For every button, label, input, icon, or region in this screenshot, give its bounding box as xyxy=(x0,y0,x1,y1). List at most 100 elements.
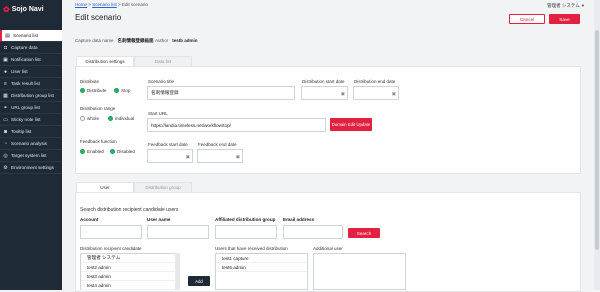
affiliated-group-input[interactable] xyxy=(215,225,277,239)
user-icon: ● xyxy=(3,68,8,75)
tooltip-icon: ◙ xyxy=(3,128,8,135)
sidebar-item-environment-settings[interactable]: ⚙ Environment settings xyxy=(0,162,62,174)
user-name: 管理者 システム xyxy=(547,3,580,8)
breadcrumb: Home > Scenario list > Edit scenario xyxy=(75,2,148,7)
user-name-input[interactable] xyxy=(147,225,209,239)
radio-on-icon xyxy=(110,149,115,154)
list-item[interactable]: test3 admin xyxy=(81,272,179,281)
feedback-end-date-input[interactable]: ▣ xyxy=(197,149,243,163)
radio-on-icon xyxy=(114,88,119,93)
distribution-start-date-label: Distribution start date xyxy=(302,79,345,84)
distribution-start-date-input[interactable]: ▣ xyxy=(301,86,348,100)
radio-stop[interactable]: Stop xyxy=(114,88,130,93)
sidebar-item-capture-data[interactable]: ◘ Capture data xyxy=(0,42,62,54)
additional-user-list[interactable] xyxy=(313,253,406,290)
radio-on-icon xyxy=(80,149,85,154)
candidate-list[interactable]: 管理者 システム test2 admin test3 admin test4 a… xyxy=(80,253,180,290)
feedback-start-date-label: Feedback start date xyxy=(148,142,188,147)
received-list-label: Users that have received distribution xyxy=(215,246,288,251)
radio-distribute[interactable]: Distribute xyxy=(80,88,106,93)
sidebar-item-scenario-analysis[interactable]: ◔ Scenario analysis xyxy=(0,138,62,150)
feedback-function-label: Feedback function xyxy=(80,139,117,144)
note-icon: ▭ xyxy=(3,116,8,123)
radio-individual[interactable]: individual xyxy=(108,116,134,121)
list-item[interactable]: 管理者 システム xyxy=(81,254,179,263)
page-title: Edit scenario xyxy=(75,13,122,22)
sidebar-item-url-group-list[interactable]: ⚭ URL group list xyxy=(0,102,62,114)
list-item[interactable]: test4 admin xyxy=(81,281,179,290)
additional-user-label: Additional user xyxy=(313,246,343,251)
radio-on-icon xyxy=(108,116,113,121)
email-address-label: Email address xyxy=(283,217,315,222)
distribution-end-date-input[interactable]: ▣ xyxy=(353,86,399,100)
task-icon: ≡ xyxy=(4,80,7,87)
sidebar-item-notification-list[interactable]: ▣ Notification list xyxy=(0,54,62,66)
radio-disabled[interactable]: Disabled xyxy=(110,149,135,154)
tab-distribution-group[interactable]: Distribution group xyxy=(134,182,192,192)
start-url-label: Start URL xyxy=(148,111,168,116)
sidebar-item-tooltip-list[interactable]: ◙ Tooltip list xyxy=(0,126,62,138)
target-icon: ◎ xyxy=(3,152,8,159)
distribution-range-label: Distribution range xyxy=(80,106,116,111)
breadcrumb-scenario-list[interactable]: Scenario list xyxy=(92,2,117,7)
feedback-start-date-input[interactable]: ▣ xyxy=(147,149,193,163)
author-meta: Author testb admin xyxy=(155,38,198,43)
feedback-end-date-label: Feedback end date xyxy=(198,142,237,147)
add-button[interactable]: Add xyxy=(188,276,210,286)
group-icon: ▦ xyxy=(3,92,8,99)
list-item[interactable]: test1 capture xyxy=(216,254,307,263)
breadcrumb-current: Edit scenario xyxy=(121,2,148,7)
scrollbar-thumb[interactable] xyxy=(595,30,599,250)
recipient-tabs: User Distribution group xyxy=(76,182,192,192)
list-item[interactable]: test6 admin xyxy=(216,263,307,272)
distribute-label: Distribute xyxy=(80,79,100,84)
capture-data-meta: Capture data name 名刺情報登録画面 xyxy=(75,38,154,43)
tab-data-list[interactable]: Data list xyxy=(134,56,192,66)
candidate-list-label: Distribution recipient candidate xyxy=(80,246,142,251)
candidate-list-scrollbar[interactable] xyxy=(175,253,180,290)
scenario-title-label: Scenario title xyxy=(148,79,175,84)
user-name-label: User name xyxy=(147,217,171,222)
link-icon: ⚭ xyxy=(3,104,8,111)
calendar-icon: ▣ xyxy=(391,91,396,96)
affiliated-group-label: Affiliated distribution group xyxy=(215,217,276,222)
gear-icon: ⚙ xyxy=(3,164,8,171)
radio-enabled[interactable]: Enabled xyxy=(80,149,104,154)
search-button[interactable]: Search xyxy=(348,228,380,238)
author-value: testb admin xyxy=(172,38,198,43)
domain-edit-update-button[interactable]: Domain Edit Update xyxy=(330,118,372,131)
scenario-title-input[interactable]: 名刺情報登録 xyxy=(147,86,295,100)
app-logo[interactable]: ✿ Sojo Navi xyxy=(3,3,59,15)
radio-off-icon xyxy=(80,116,85,121)
tab-user[interactable]: User xyxy=(76,182,134,192)
calendar-icon: ▣ xyxy=(235,154,240,159)
settings-tabs: Distribution settings Data list xyxy=(76,56,192,66)
logo-gear-icon: ✿ xyxy=(3,4,10,14)
breadcrumb-home[interactable]: Home xyxy=(75,2,87,7)
sidebar-item-task-result-list[interactable]: ≡ Task result list xyxy=(0,78,62,90)
page-scrollbar[interactable] xyxy=(594,0,600,290)
radio-on-icon xyxy=(80,88,85,93)
account-label: Account xyxy=(80,217,99,222)
camera-icon: ◘ xyxy=(3,44,8,51)
radio-whole[interactable]: whole xyxy=(80,116,99,121)
calendar-icon: ▣ xyxy=(340,91,345,96)
email-address-input[interactable] xyxy=(283,225,343,239)
cancel-button[interactable]: Cancel xyxy=(509,14,545,24)
capture-data-value: 名刺情報登録画面 xyxy=(117,38,154,43)
sidebar-item-distribution-group-list[interactable]: ▦ Distribution group list xyxy=(0,90,62,102)
received-list[interactable]: test1 capture test6 admin xyxy=(215,253,308,290)
chevron-down-icon: ▾ xyxy=(581,3,584,8)
start-url-input[interactable]: https://landia.timeless.net/workflow/top… xyxy=(147,118,326,132)
account-input[interactable] xyxy=(80,225,142,239)
bell-icon: ▣ xyxy=(3,56,8,63)
sidebar-item-user-list[interactable]: ● User list xyxy=(0,66,62,78)
user-menu[interactable]: 管理者 システム ▾ xyxy=(547,3,584,9)
save-button[interactable]: Save xyxy=(549,14,580,24)
tab-distribution-settings[interactable]: Distribution settings xyxy=(76,56,134,66)
sidebar-item-scenario-list[interactable]: ▤ Scenario list xyxy=(0,30,62,42)
sidebar-item-target-system-list[interactable]: ◎ Target system list xyxy=(0,150,62,162)
sidebar: ✿ Sojo Navi ▤ Scenario list ◘ Capture data… xyxy=(0,0,62,290)
list-item[interactable]: test2 admin xyxy=(81,263,179,272)
sidebar-item-sticky-note-list[interactable]: ▭ Sticky note list xyxy=(0,114,62,126)
